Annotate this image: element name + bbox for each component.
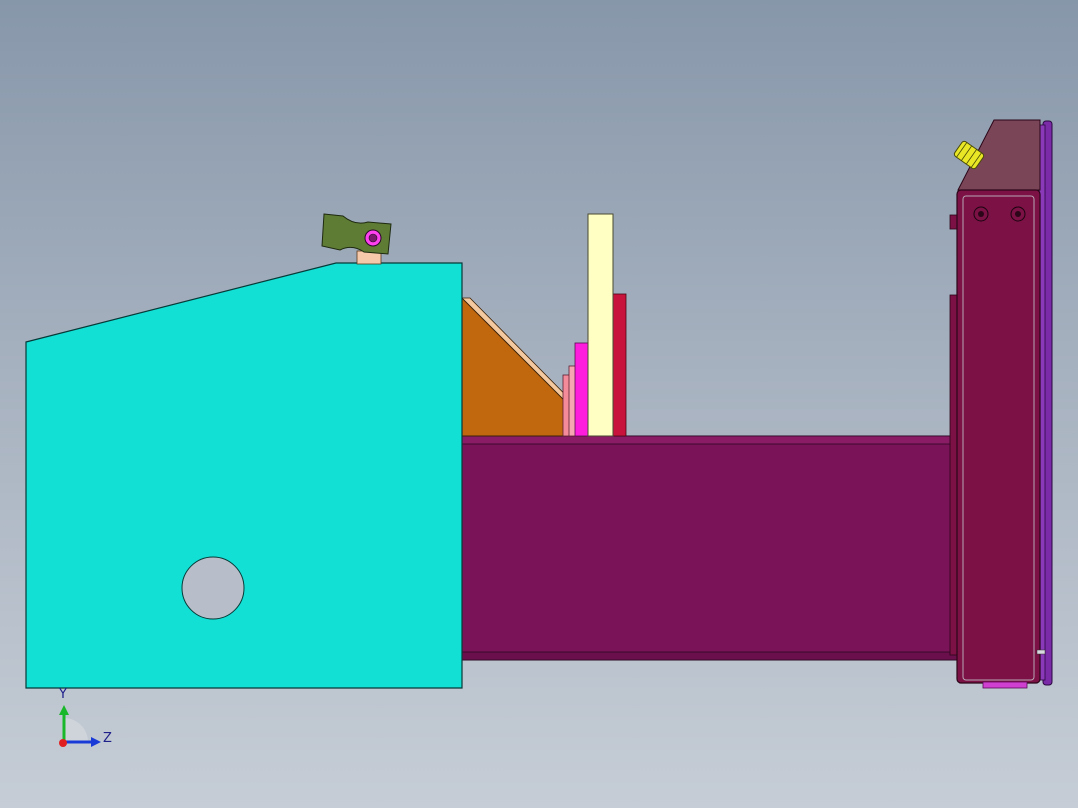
- 3d-model-view[interactable]: [0, 0, 1078, 808]
- main-beam[interactable]: [454, 435, 961, 661]
- y-axis-label: Y: [59, 687, 67, 702]
- red-upright-bar[interactable]: [611, 293, 627, 437]
- end-plate-assembly[interactable]: [949, 119, 1053, 689]
- x-axis-dot: [59, 739, 67, 747]
- orientation-triad[interactable]: [59, 705, 101, 747]
- step-blocks[interactable]: [562, 342, 590, 437]
- z-axis-arrowhead: [91, 737, 101, 747]
- plate-hole: [181, 556, 245, 620]
- cad-viewport[interactable]: Y Z: [0, 0, 1078, 808]
- y-axis-arrowhead: [59, 705, 69, 715]
- cream-upright-bar[interactable]: [587, 213, 614, 437]
- z-axis-label: Z: [103, 731, 112, 746]
- toggle-clamp[interactable]: [321, 213, 392, 265]
- side-plate[interactable]: [25, 262, 463, 689]
